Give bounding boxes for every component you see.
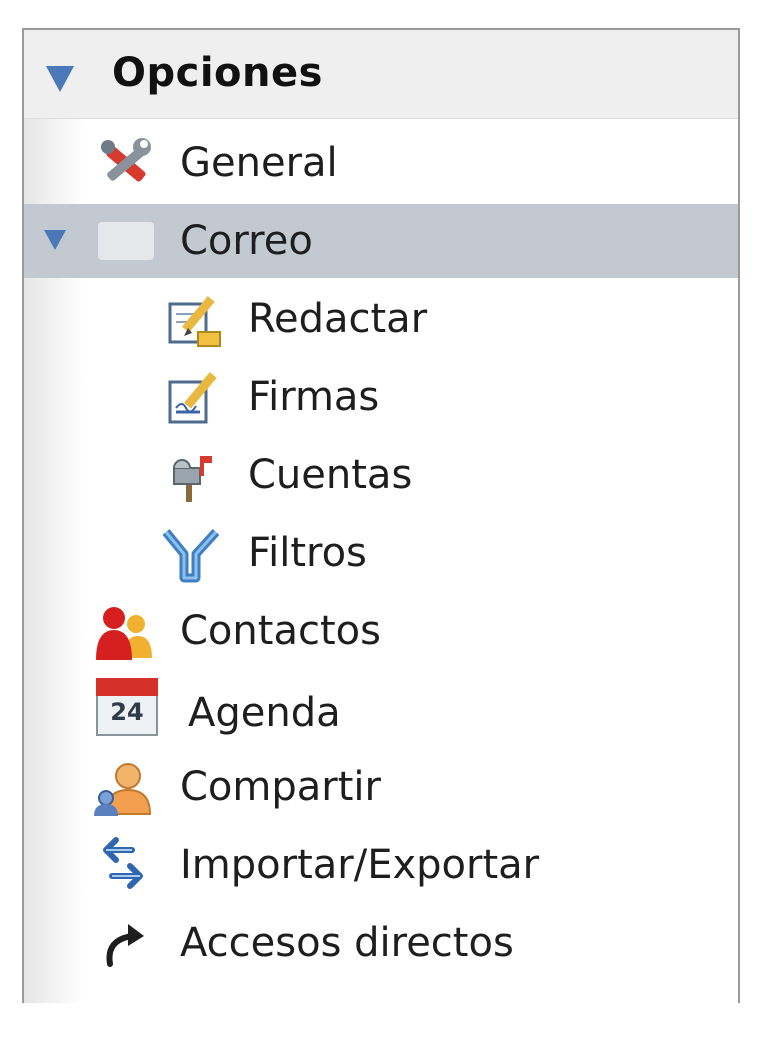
tree-item-label: Accesos directos [180, 920, 514, 966]
tree-item-importar-exportar[interactable]: Importar/Exportar [24, 828, 738, 902]
tree-item-filtros[interactable]: Filtros [24, 516, 738, 590]
tree-item-label: Agenda [188, 690, 341, 736]
collapse-arrow-icon[interactable] [46, 66, 74, 92]
tree-item-label: General [180, 140, 338, 186]
tree-item-correo[interactable]: Correo [24, 204, 738, 278]
options-header[interactable]: Opciones [24, 30, 738, 119]
mail-folder-icon [98, 222, 154, 260]
tools-icon [101, 138, 151, 182]
tree-item-label: Compartir [180, 764, 381, 810]
options-title: Opciones [112, 50, 323, 96]
tree-item-label: Contactos [180, 608, 381, 654]
tree-item-agenda[interactable]: 24 Agenda [24, 672, 738, 746]
expand-arrow-icon[interactable] [44, 230, 66, 250]
tree-item-accesos-directos[interactable]: Accesos directos [24, 906, 738, 980]
tree-item-label: Redactar [248, 296, 428, 342]
tree-item-compartir[interactable]: Compartir [24, 750, 738, 824]
tree-item-redactar[interactable]: Redactar [24, 282, 738, 356]
signature-icon [168, 372, 217, 424]
compose-icon [168, 296, 221, 347]
tree-item-label: Filtros [248, 530, 367, 576]
calendar-day: 24 [110, 698, 144, 726]
tree-item-cuentas[interactable]: Cuentas [24, 438, 738, 512]
options-tree-panel: Opciones General Correo Redactar Firmas … [22, 28, 740, 1003]
tree-item-contactos[interactable]: Contactos [24, 594, 738, 668]
import-export-icon [103, 837, 143, 889]
tree-item-label: Correo [180, 218, 313, 264]
contacts-icon [96, 607, 152, 660]
shortcut-icon [106, 924, 144, 967]
tree-item-label: Firmas [248, 374, 380, 420]
tree-item-label: Importar/Exportar [180, 842, 540, 888]
mailbox-icon [173, 456, 212, 502]
calendar-icon: 24 [94, 676, 160, 738]
tree-item-firmas[interactable]: Firmas [24, 360, 738, 434]
filter-icon [162, 528, 220, 583]
tree-item-general[interactable]: General [24, 126, 738, 200]
tree-item-label: Cuentas [248, 452, 413, 498]
share-icon [94, 763, 152, 816]
